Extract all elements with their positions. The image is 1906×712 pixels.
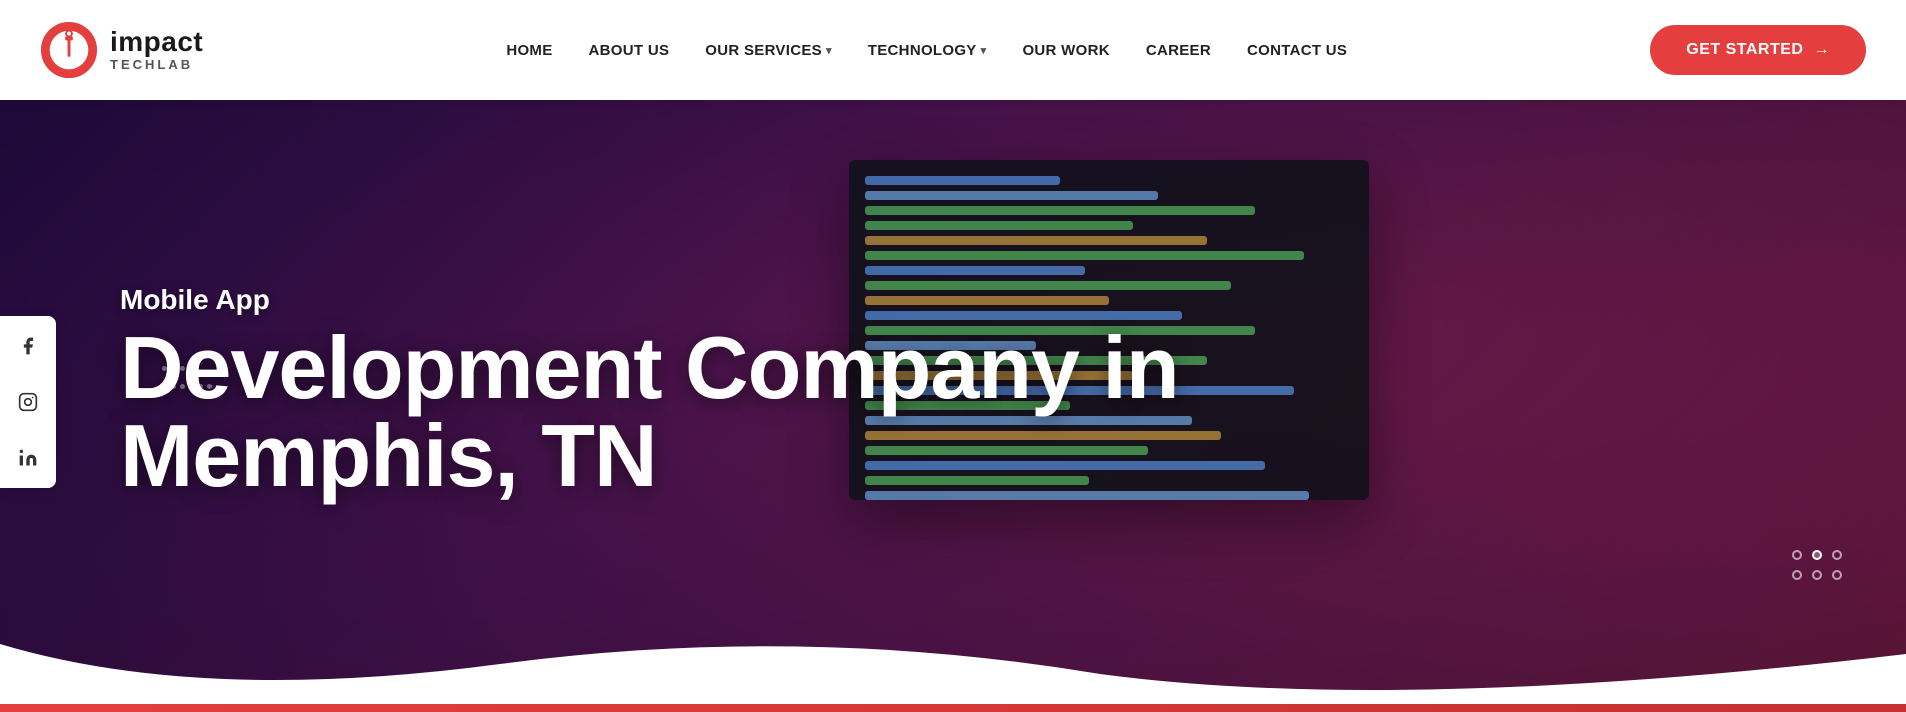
logo-icon [40, 21, 98, 79]
header: impact TECHLAB HOME ABOUT US OUR SERVICE… [0, 0, 1906, 100]
slide-dot-6[interactable] [1832, 570, 1842, 580]
slide-dot-1[interactable] [1792, 550, 1802, 560]
nav-item-about[interactable]: ABOUT US [589, 42, 670, 59]
slide-indicators [1792, 550, 1846, 584]
instagram-icon[interactable] [10, 384, 46, 420]
slide-dot-4[interactable] [1792, 570, 1802, 580]
hero-subtitle: Mobile App [120, 284, 1806, 316]
hero-section: Mobile App Development Company in Memphi… [0, 100, 1906, 704]
nav-item-work[interactable]: OUR WORK [1022, 42, 1109, 59]
hero-title-line2: Memphis, TN [120, 406, 657, 505]
slide-dot-2[interactable] [1812, 550, 1822, 560]
brand-name: impact [110, 27, 203, 58]
slide-dot-5[interactable] [1812, 570, 1822, 580]
get-started-button[interactable]: GET STARTED → [1650, 25, 1866, 75]
nav-item-home[interactable]: HOME [506, 42, 552, 59]
logo-text: impact TECHLAB [110, 27, 203, 72]
hero-title: Development Company in Memphis, TN [120, 324, 1806, 500]
hero-content: Mobile App Development Company in Memphi… [0, 100, 1906, 704]
technology-dropdown-arrow: ▾ [981, 44, 987, 57]
logo[interactable]: impact TECHLAB [40, 21, 203, 79]
nav-item-career[interactable]: CAREER [1146, 42, 1211, 59]
nav-item-services[interactable]: OUR SERVICES ▾ [705, 42, 832, 59]
slide-dot-3[interactable] [1832, 550, 1842, 560]
main-nav: HOME ABOUT US OUR SERVICES ▾ TECHNOLOGY … [506, 42, 1347, 59]
red-accent-bar [0, 704, 1906, 712]
nav-item-technology[interactable]: TECHNOLOGY ▾ [868, 42, 987, 59]
hero-title-line1: Development Company in [120, 318, 1179, 417]
social-sidebar [0, 316, 56, 488]
linkedin-icon[interactable] [10, 440, 46, 476]
facebook-icon[interactable] [10, 328, 46, 364]
nav-item-contact[interactable]: CONTACT US [1247, 42, 1347, 59]
services-dropdown-arrow: ▾ [826, 44, 832, 57]
brand-sub: TECHLAB [110, 58, 203, 72]
